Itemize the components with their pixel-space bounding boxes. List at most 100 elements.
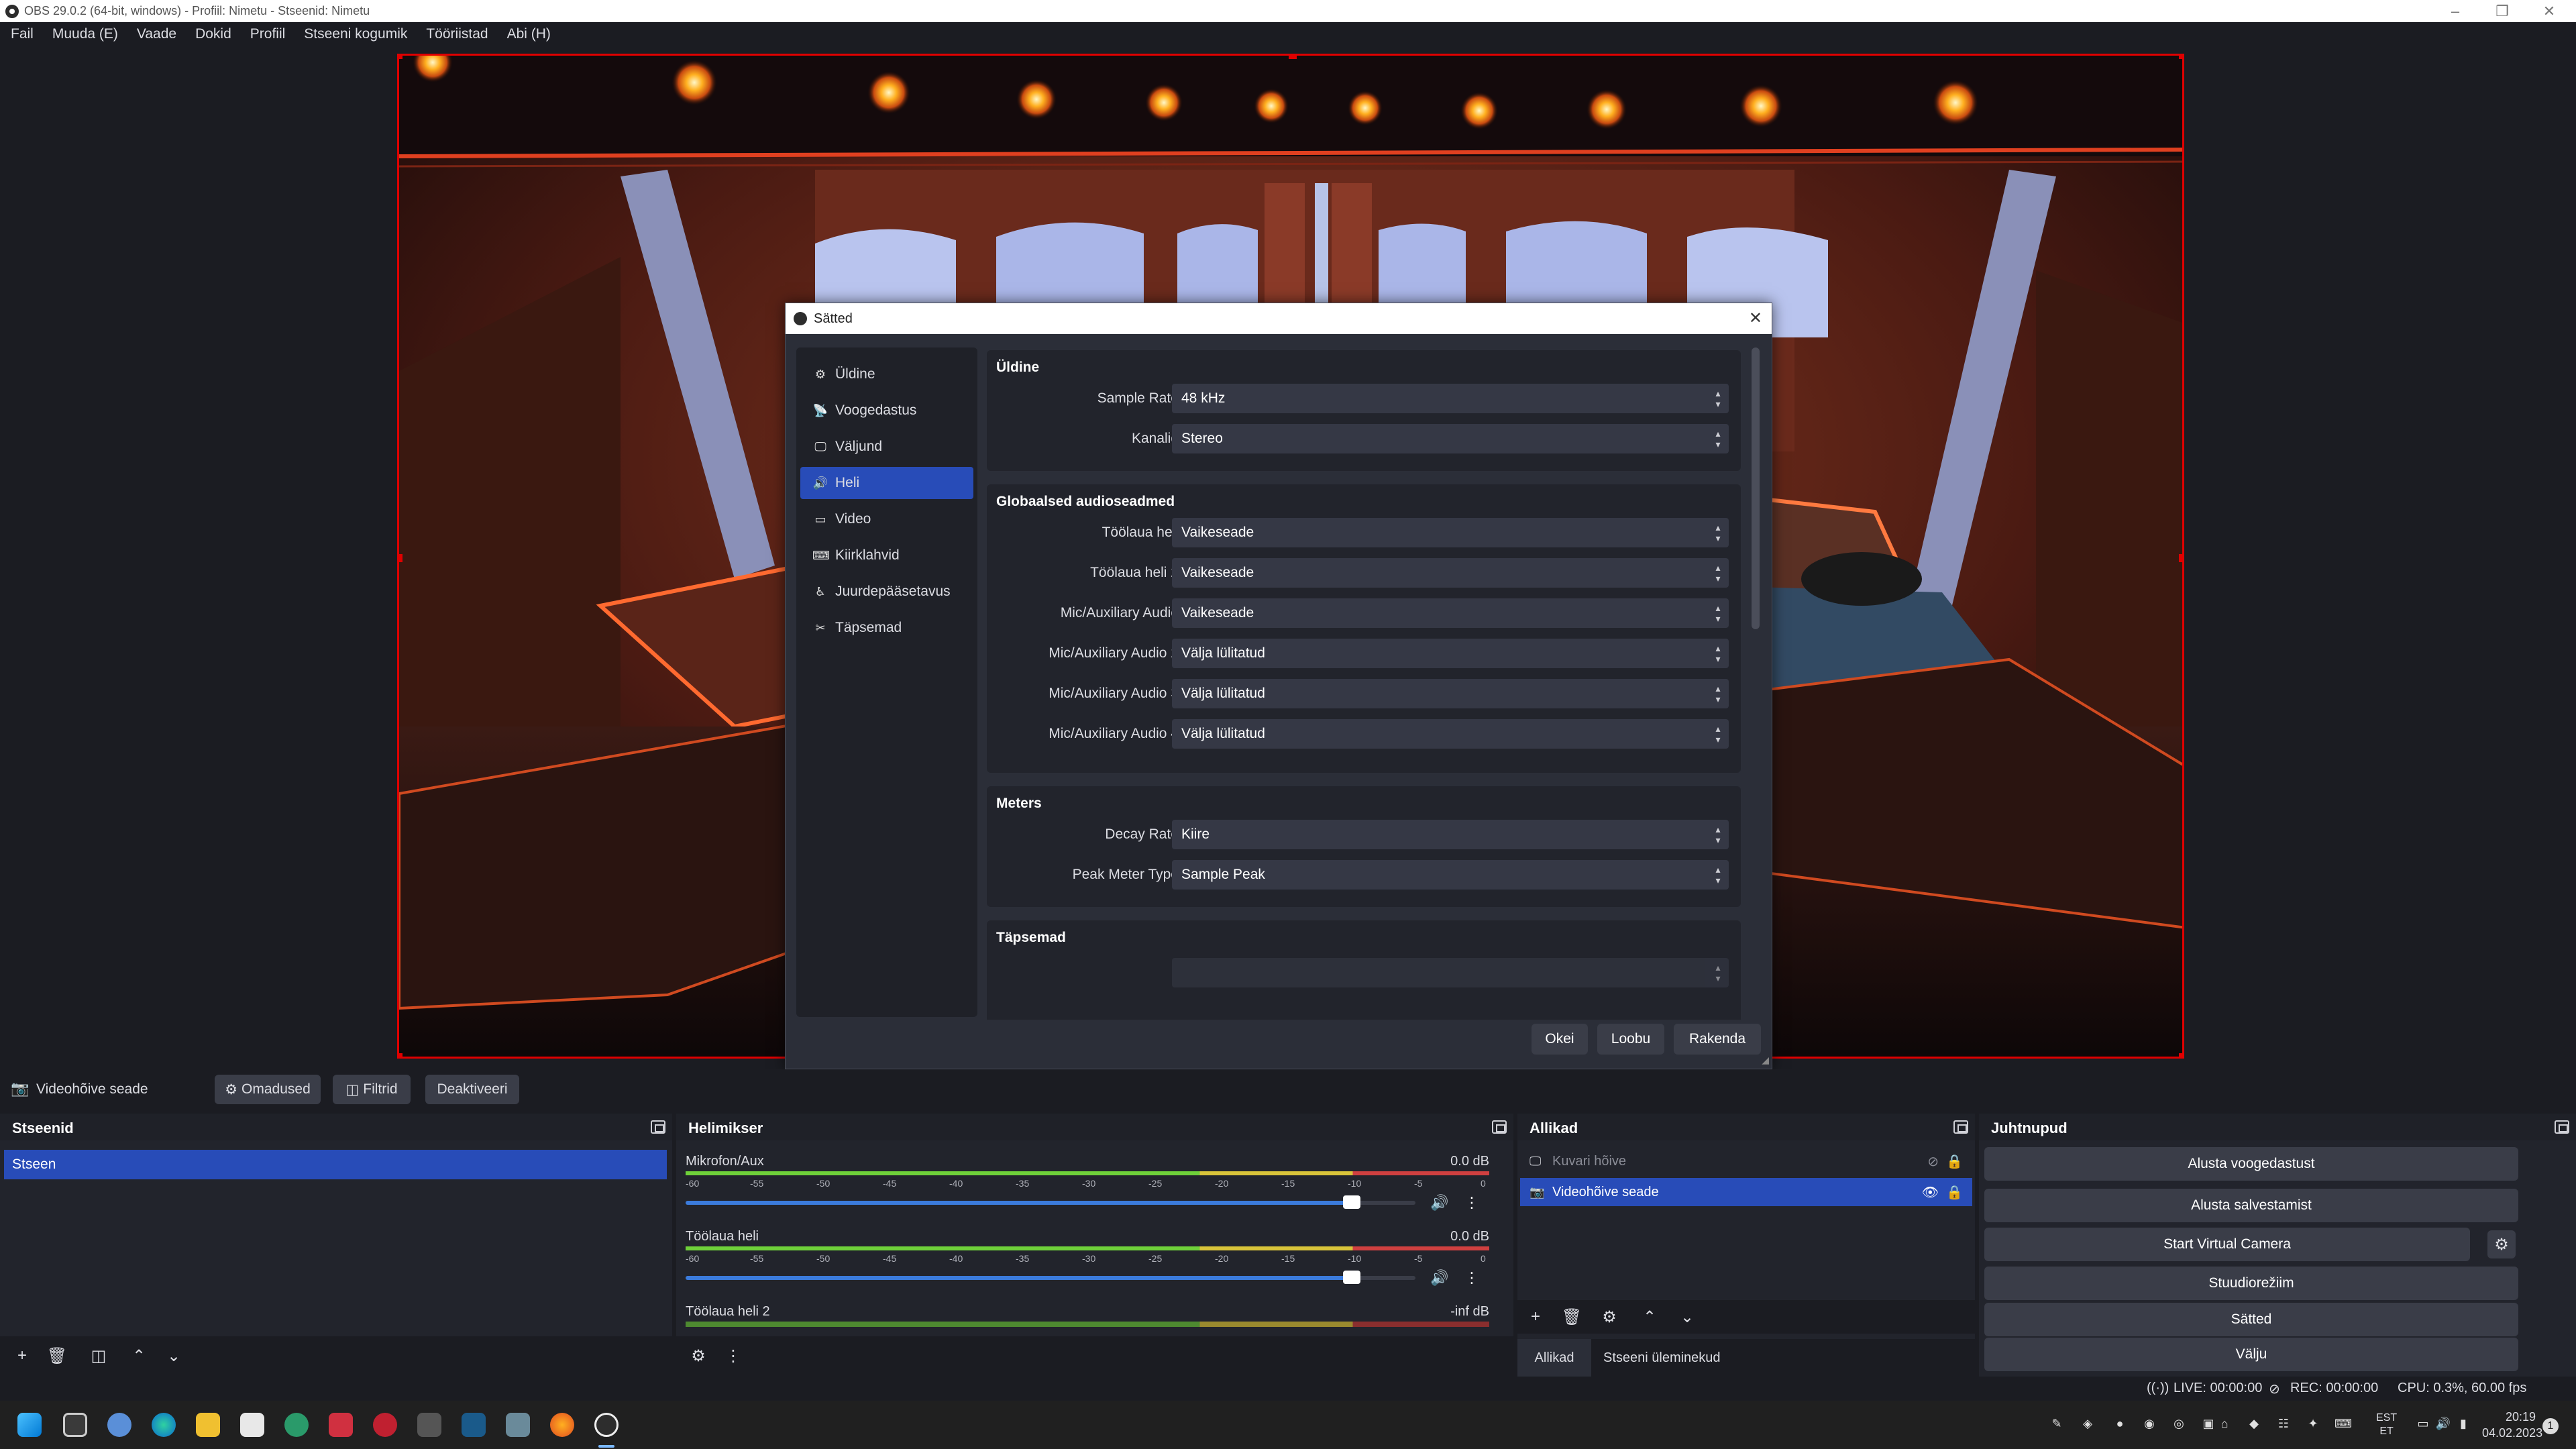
mic-aux-2-select[interactable]: Välja lülitatud ▴ ▾ [1172, 639, 1729, 668]
move-up-icon[interactable]: ⌃ [125, 1342, 153, 1370]
properties-button[interactable]: ⚙ Omadused [215, 1075, 321, 1104]
start-virtual-camera-button[interactable]: Start Virtual Camera [1984, 1228, 2470, 1261]
tab-sources[interactable]: Allikad [1517, 1339, 1591, 1377]
source-item[interactable]: 🖵 Kuvari hõive ⊘ 🔒 [1520, 1147, 1972, 1175]
volume-icon[interactable]: 🔊 [2435, 1417, 2451, 1433]
menu-help[interactable]: Abi (H) [498, 22, 560, 46]
eye-icon[interactable]: 👁 [1922, 1184, 1939, 1201]
undock-icon[interactable] [2555, 1120, 2569, 1134]
resize-handle[interactable] [399, 56, 402, 59]
store-icon[interactable] [240, 1413, 264, 1437]
app-red-icon[interactable] [329, 1413, 353, 1437]
start-recording-button[interactable]: Alusta salvestamist [1984, 1189, 2518, 1222]
tray-red-icon[interactable]: ● [2112, 1417, 2128, 1433]
edge-icon[interactable] [152, 1413, 176, 1437]
menu-tools[interactable]: Tööriistad [417, 22, 497, 46]
nav-stream[interactable]: 📡 Voogedastus [800, 394, 973, 427]
sample-rate-select[interactable]: 48 kHz ▴ ▾ [1172, 384, 1729, 413]
mic-aux-3-select[interactable]: Välja lülitatud ▴ ▾ [1172, 679, 1729, 708]
nav-hotkeys[interactable]: ⌨ Kiirklahvid [800, 539, 973, 572]
volume-slider[interactable] [686, 1276, 1415, 1280]
start-windows-icon[interactable] [17, 1413, 42, 1437]
menu-docks[interactable]: Dokid [186, 22, 241, 46]
gear-icon[interactable]: ⚙ [1595, 1303, 1623, 1331]
cancel-button[interactable]: Loobu [1597, 1024, 1664, 1055]
exit-button[interactable]: Välju [1984, 1338, 2518, 1371]
settings-scrollbar[interactable] [1752, 347, 1760, 629]
menu-view[interactable]: Vaade [127, 22, 186, 46]
move-up-icon[interactable]: ⌃ [1635, 1303, 1664, 1331]
nav-video[interactable]: ▭ Video [800, 503, 973, 535]
source-item[interactable]: 📷 Videohõive seade 👁 🔒 [1520, 1178, 1972, 1206]
tray-app-icon[interactable]: ✎ [2049, 1417, 2065, 1433]
app-media-icon[interactable] [417, 1413, 441, 1437]
add-icon[interactable]: + [1521, 1303, 1550, 1331]
menu-scene-collection[interactable]: Stseeni kogumik [294, 22, 417, 46]
tray-app-icon[interactable]: ✦ [2305, 1417, 2321, 1433]
app-blue-icon[interactable] [462, 1413, 486, 1437]
app-record-icon[interactable] [373, 1413, 397, 1437]
speaker-icon[interactable]: 🔊 [1430, 1269, 1450, 1287]
scene-item[interactable]: Stseen [4, 1150, 667, 1179]
dropbox-icon[interactable]: ◈ [2080, 1417, 2096, 1433]
resize-grip-icon[interactable]: ◢ [1762, 1055, 1769, 1066]
usb-icon[interactable]: ⌂ [2216, 1417, 2233, 1433]
undock-icon[interactable] [1953, 1120, 1968, 1134]
tray-app-icon[interactable]: ◉ [2141, 1417, 2157, 1433]
eye-hidden-icon[interactable]: ⊘ [1927, 1153, 1939, 1170]
speaker-icon[interactable]: 🔊 [1430, 1194, 1450, 1212]
lock-icon[interactable]: 🔒 [1946, 1184, 1963, 1201]
undock-icon[interactable] [651, 1120, 665, 1134]
desktop-audio-select[interactable]: Vaikeseade ▴ ▾ [1172, 518, 1729, 547]
nav-general[interactable]: ⚙ Üldine [800, 358, 973, 390]
clock[interactable]: 20:19 04.02.2023 [2482, 1409, 2542, 1441]
ok-button[interactable]: Okei [1532, 1024, 1588, 1055]
add-icon[interactable]: + [8, 1342, 36, 1370]
nav-advanced[interactable]: ✂ Täpsemad [800, 612, 973, 644]
virtual-camera-settings-gear-icon[interactable]: ⚙ [2487, 1230, 2516, 1258]
desktop-audio-2-select[interactable]: Vaikeseade ▴ ▾ [1172, 558, 1729, 588]
more-options-icon[interactable]: ⋮ [719, 1342, 747, 1370]
nav-output[interactable]: 🖵 Väljund [800, 431, 973, 463]
mic-aux-4-select[interactable]: Välja lülitatud ▴ ▾ [1172, 719, 1729, 749]
menu-profile[interactable]: Profiil [241, 22, 295, 46]
dialog-close-icon[interactable]: ✕ [1749, 309, 1762, 328]
nav-accessibility[interactable]: ♿ Juurdepääsetavus [800, 576, 973, 608]
close-icon[interactable]: ✕ [2529, 0, 2569, 22]
more-options-icon[interactable]: ⋮ [1464, 1269, 1480, 1287]
volume-slider-handle[interactable] [1343, 1271, 1360, 1284]
tray-app-icon[interactable]: ◆ [2246, 1417, 2262, 1433]
tray-app-icon[interactable]: ◎ [2171, 1417, 2187, 1433]
restore-icon[interactable]: ❐ [2482, 0, 2522, 22]
obs-taskbar-icon[interactable] [594, 1413, 619, 1437]
menu-edit[interactable]: Muuda (E) [43, 22, 127, 46]
mic-aux-select[interactable]: Vaikeseade ▴ ▾ [1172, 598, 1729, 628]
apply-button[interactable]: Rakenda [1674, 1024, 1761, 1055]
filter-icon[interactable]: ◫ [85, 1342, 113, 1370]
notification-badge[interactable]: 1 [2542, 1418, 2559, 1434]
studio-mode-button[interactable]: Stuudiorežiim [1984, 1267, 2518, 1300]
decay-rate-select[interactable]: Kiire ▴ ▾ [1172, 820, 1729, 849]
menu-file[interactable]: Fail [1, 22, 43, 46]
peak-meter-type-select[interactable]: Sample Peak ▴ ▾ [1172, 860, 1729, 890]
tab-scene-transitions[interactable]: Stseeni üleminekud [1603, 1339, 1721, 1377]
task-view-icon[interactable] [63, 1413, 87, 1437]
app-green-icon[interactable] [284, 1413, 309, 1437]
resize-handle[interactable] [1289, 56, 1297, 59]
keyboard-icon[interactable]: ⌨ [2334, 1417, 2352, 1433]
trash-icon[interactable]: 🗑 [43, 1342, 71, 1370]
more-options-icon[interactable]: ⋮ [1464, 1194, 1480, 1212]
start-streaming-button[interactable]: Alusta voogedastust [1984, 1147, 2518, 1181]
tray-app-icon[interactable]: ▣ [2200, 1417, 2216, 1433]
deactivate-button[interactable]: Deaktiveeri [425, 1075, 519, 1104]
advanced-select[interactable]: ▴ ▾ [1172, 958, 1729, 987]
language-indicator[interactable]: EST ET [2376, 1411, 2397, 1438]
settings-button[interactable]: Sätted [1984, 1303, 2518, 1336]
resize-handle[interactable] [399, 554, 402, 562]
tray-app-icon[interactable]: ☷ [2275, 1417, 2292, 1433]
app-folder-icon[interactable] [506, 1413, 530, 1437]
filters-button[interactable]: ◫ Filtrid [333, 1075, 411, 1104]
undock-icon[interactable] [1492, 1120, 1507, 1134]
file-explorer-icon[interactable] [196, 1413, 220, 1437]
battery-icon[interactable]: ▮ [2455, 1417, 2471, 1433]
